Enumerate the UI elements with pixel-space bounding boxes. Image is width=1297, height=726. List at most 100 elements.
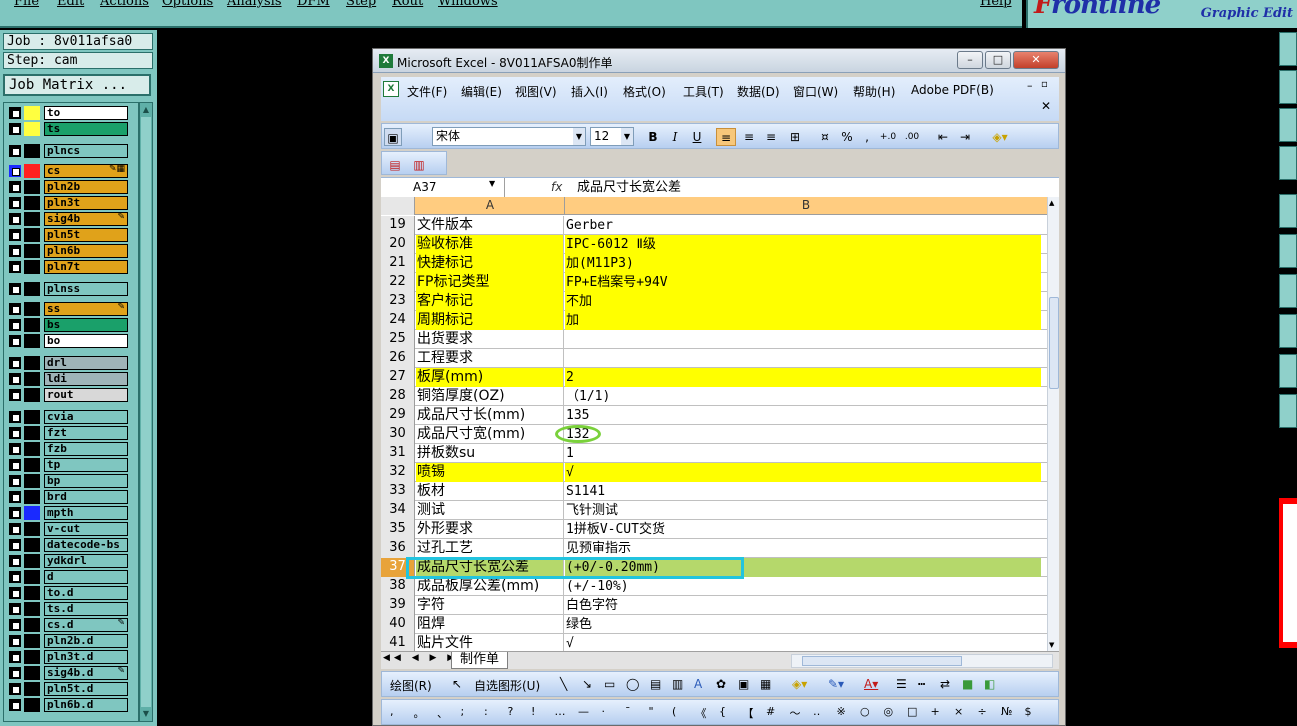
layer-name[interactable]: pln7t: [44, 260, 128, 274]
cell-b[interactable]: 135: [565, 406, 1041, 425]
layer-name[interactable]: brd: [44, 490, 128, 504]
tool-button-6[interactable]: [1279, 234, 1297, 268]
layer-name[interactable]: mpth: [44, 506, 128, 520]
layer-row[interactable]: bp: [8, 474, 128, 488]
menu-actions[interactable]: Actions: [100, 0, 149, 9]
layer-name[interactable]: pln5t.d: [44, 682, 128, 696]
layer-checkbox[interactable]: [9, 427, 21, 439]
layer-checkbox[interactable]: [9, 523, 21, 535]
layer-color-swatch[interactable]: [24, 458, 40, 472]
symbol-button[interactable]: !: [531, 705, 535, 718]
layer-name[interactable]: v-cut: [44, 522, 128, 536]
layer-name[interactable]: fzt: [44, 426, 128, 440]
layer-name[interactable]: ts.d: [44, 602, 128, 616]
cell-b[interactable]: [565, 330, 1041, 349]
layer-checkbox[interactable]: [9, 335, 21, 347]
symbol-button[interactable]: ○: [860, 705, 870, 718]
pdf-icon[interactable]: ▤: [386, 156, 404, 174]
cell-a[interactable]: 文件版本: [416, 216, 564, 235]
layer-color-swatch[interactable]: [24, 634, 40, 648]
layer-row[interactable]: pln5t: [8, 228, 128, 242]
doc-minimize-icon[interactable]: –: [1027, 79, 1033, 92]
cell-b[interactable]: 132: [565, 425, 1041, 444]
layer-name[interactable]: plncs: [44, 144, 128, 158]
fill-color-icon[interactable]: ◈▾: [792, 677, 807, 691]
excel-menu-item[interactable]: 数据(D): [737, 83, 780, 100]
row-header[interactable]: 31: [381, 444, 415, 463]
symbol-button[interactable]: …: [555, 705, 566, 718]
clipart-icon[interactable]: ▣: [738, 677, 749, 691]
layer-name[interactable]: pln3t.d: [44, 650, 128, 664]
cell-a[interactable]: 阻焊: [416, 615, 564, 634]
menu-options[interactable]: Options: [162, 0, 213, 9]
layer-name[interactable]: rout: [44, 388, 128, 402]
job-matrix-button[interactable]: Job Matrix ...: [3, 74, 151, 96]
tool-button-5[interactable]: [1279, 194, 1297, 228]
cell-a[interactable]: 板材: [416, 482, 564, 501]
layer-checkbox[interactable]: [9, 181, 21, 193]
wordart-icon[interactable]: A: [694, 677, 702, 691]
layer-color-swatch[interactable]: [24, 426, 40, 440]
layer-row[interactable]: pln6b.d: [8, 698, 128, 712]
excel-titlebar[interactable]: X Microsoft Excel - 8V011AFSA0制作单 – □ ✕: [373, 49, 1065, 73]
name-box-dropdown-icon[interactable]: ▼: [489, 179, 495, 188]
layer-checkbox[interactable]: [9, 303, 21, 315]
increase-decimal-icon[interactable]: +.0: [878, 128, 898, 146]
layer-row[interactable]: plncs: [8, 144, 128, 158]
cell-b[interactable]: (+/-10%): [565, 577, 1041, 596]
doc-close-icon[interactable]: ✕: [1041, 99, 1051, 113]
symbol-button[interactable]: ◎: [884, 705, 894, 718]
select-objects-icon[interactable]: ↖: [452, 677, 462, 691]
tool-button-3[interactable]: [1279, 108, 1297, 142]
cell-a[interactable]: 快捷标记: [416, 254, 564, 273]
layer-color-swatch[interactable]: [24, 618, 40, 632]
layer-row[interactable]: v-cut: [8, 522, 128, 536]
layer-checkbox[interactable]: [9, 459, 21, 471]
row-header[interactable]: 26: [381, 349, 415, 368]
layer-row[interactable]: ts.d: [8, 602, 128, 616]
layer-color-swatch[interactable]: [24, 196, 40, 210]
layer-color-swatch[interactable]: [24, 666, 40, 680]
layer-name[interactable]: datecode-bs: [44, 538, 128, 552]
bold-button[interactable]: B: [644, 128, 662, 146]
row-header[interactable]: 23: [381, 292, 415, 311]
close-button[interactable]: ✕: [1013, 51, 1059, 69]
comma-style-button[interactable]: ,: [860, 128, 874, 146]
excel-menu-item[interactable]: 插入(I): [571, 83, 608, 100]
excel-menu-item[interactable]: 窗口(W): [793, 83, 838, 100]
layer-checkbox[interactable]: [9, 145, 21, 157]
percent-button[interactable]: %: [838, 128, 856, 146]
cell-b[interactable]: 1: [565, 444, 1041, 463]
layer-name[interactable]: plnss: [44, 282, 128, 296]
layer-checkbox[interactable]: [9, 229, 21, 241]
cell-b[interactable]: 绿色: [565, 615, 1041, 634]
autoshapes-menu[interactable]: 自选图形(U): [474, 677, 540, 694]
symbol-button[interactable]: ※: [837, 705, 846, 718]
tool-button-10[interactable]: [1279, 394, 1297, 428]
cell-b[interactable]: 见预审指示: [565, 539, 1041, 558]
select-all-corner[interactable]: [381, 197, 415, 215]
layer-row[interactable]: sig4b.d ✎: [8, 666, 128, 680]
cell-a[interactable]: 贴片文件: [416, 634, 564, 651]
layer-color-swatch[interactable]: [24, 106, 40, 120]
cell-b[interactable]: √: [565, 634, 1041, 651]
menu-edit[interactable]: Edit: [57, 0, 84, 9]
layer-color-swatch[interactable]: [24, 228, 40, 242]
layer-checkbox[interactable]: [9, 213, 21, 225]
symbol-button[interactable]: 《: [696, 705, 707, 721]
row-header[interactable]: 29: [381, 406, 415, 425]
dash-style-icon[interactable]: ┅: [918, 677, 925, 691]
layer-name[interactable]: pln2b: [44, 180, 128, 194]
symbol-button[interactable]: :: [484, 705, 488, 718]
3d-icon[interactable]: ◧: [984, 677, 995, 691]
layer-row[interactable]: pln5t.d: [8, 682, 128, 696]
layer-row[interactable]: pln6b: [8, 244, 128, 258]
cell-a[interactable]: 客户标记: [416, 292, 564, 311]
layer-name[interactable]: drl: [44, 356, 128, 370]
cell-a[interactable]: 铜箔厚度(OZ): [416, 387, 564, 406]
tool-button-7[interactable]: [1279, 274, 1297, 308]
layer-row[interactable]: pln2b.d: [8, 634, 128, 648]
scroll-thumb[interactable]: [802, 656, 962, 666]
layer-name[interactable]: tp: [44, 458, 128, 472]
decrease-indent-icon[interactable]: ⇤: [934, 128, 952, 146]
